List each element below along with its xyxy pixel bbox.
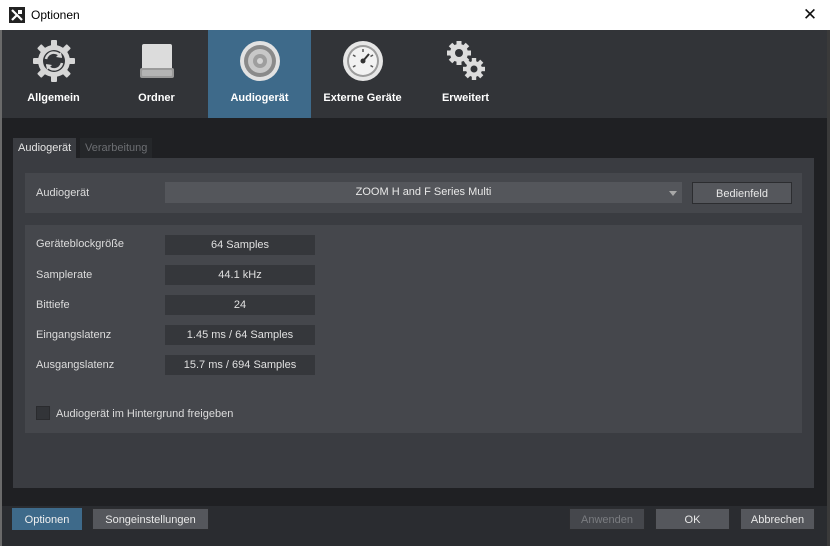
- nav-label: Allgemein: [27, 92, 80, 104]
- control-panel-button[interactable]: Bedienfeld: [692, 182, 792, 204]
- title-bar: Optionen ✕: [0, 0, 830, 30]
- sync-gear-icon: [32, 40, 75, 82]
- category-navigation: Allgemein Ordner Audiogerät Externe Gerä…: [2, 30, 827, 118]
- cancel-button[interactable]: Abbrechen: [740, 508, 815, 530]
- nav-item-erweitert[interactable]: Erweitert: [414, 30, 517, 118]
- device-dropdown[interactable]: ZOOM H and F Series Multi: [165, 182, 682, 203]
- nav-label: Audiogerät: [230, 92, 289, 104]
- song-settings-button[interactable]: Songeinstellungen: [92, 508, 209, 530]
- close-icon[interactable]: ✕: [790, 0, 830, 30]
- gauge-icon: [342, 41, 383, 81]
- setting-value: 44.1 kHz: [165, 265, 315, 285]
- setting-label: Bittiefe: [36, 299, 70, 311]
- ok-button[interactable]: OK: [655, 508, 730, 530]
- nav-item-ordner[interactable]: Ordner: [105, 30, 208, 118]
- window-title: Optionen: [31, 8, 80, 22]
- tab-audiogeraet[interactable]: Audiogerät: [13, 138, 77, 158]
- setting-label: Samplerate: [36, 269, 93, 281]
- tab-verarbeitung[interactable]: Verarbeitung: [80, 138, 153, 158]
- setting-label: Ausgangslatenz: [36, 359, 115, 371]
- nav-label: Ordner: [138, 92, 175, 104]
- device-selected-value: ZOOM H and F Series Multi: [355, 186, 492, 198]
- chevron-down-icon: [669, 191, 677, 196]
- device-settings-group: [25, 225, 802, 433]
- gears-icon: [446, 41, 485, 80]
- setting-value: 64 Samples: [165, 235, 315, 255]
- setting-value: 1.45 ms / 64 Samples: [165, 325, 315, 345]
- nav-item-allgemein[interactable]: Allgemein: [2, 30, 105, 118]
- setting-label: Eingangslatenz: [36, 329, 112, 341]
- setting-label: Geräteblockgröße: [36, 238, 125, 250]
- nav-item-externe-geraete[interactable]: Externe Geräte: [311, 30, 414, 118]
- nav-item-audiogeraet[interactable]: Audiogerät: [208, 30, 311, 118]
- setting-value: 24: [165, 295, 315, 315]
- nav-label: Externe Geräte: [323, 92, 402, 104]
- drive-icon: [139, 44, 174, 78]
- apply-button[interactable]: Anwenden: [569, 508, 645, 530]
- background-release-label: Audiogerät im Hintergrund freigeben: [56, 408, 234, 420]
- device-label: Audiogerät: [36, 187, 90, 199]
- app-logo-icon: [9, 7, 25, 23]
- speaker-icon: [239, 41, 280, 81]
- nav-label: Erweitert: [441, 92, 490, 104]
- setting-value: 15.7 ms / 694 Samples: [165, 355, 315, 375]
- background-release-checkbox[interactable]: [36, 406, 50, 420]
- options-button[interactable]: Optionen: [12, 508, 82, 530]
